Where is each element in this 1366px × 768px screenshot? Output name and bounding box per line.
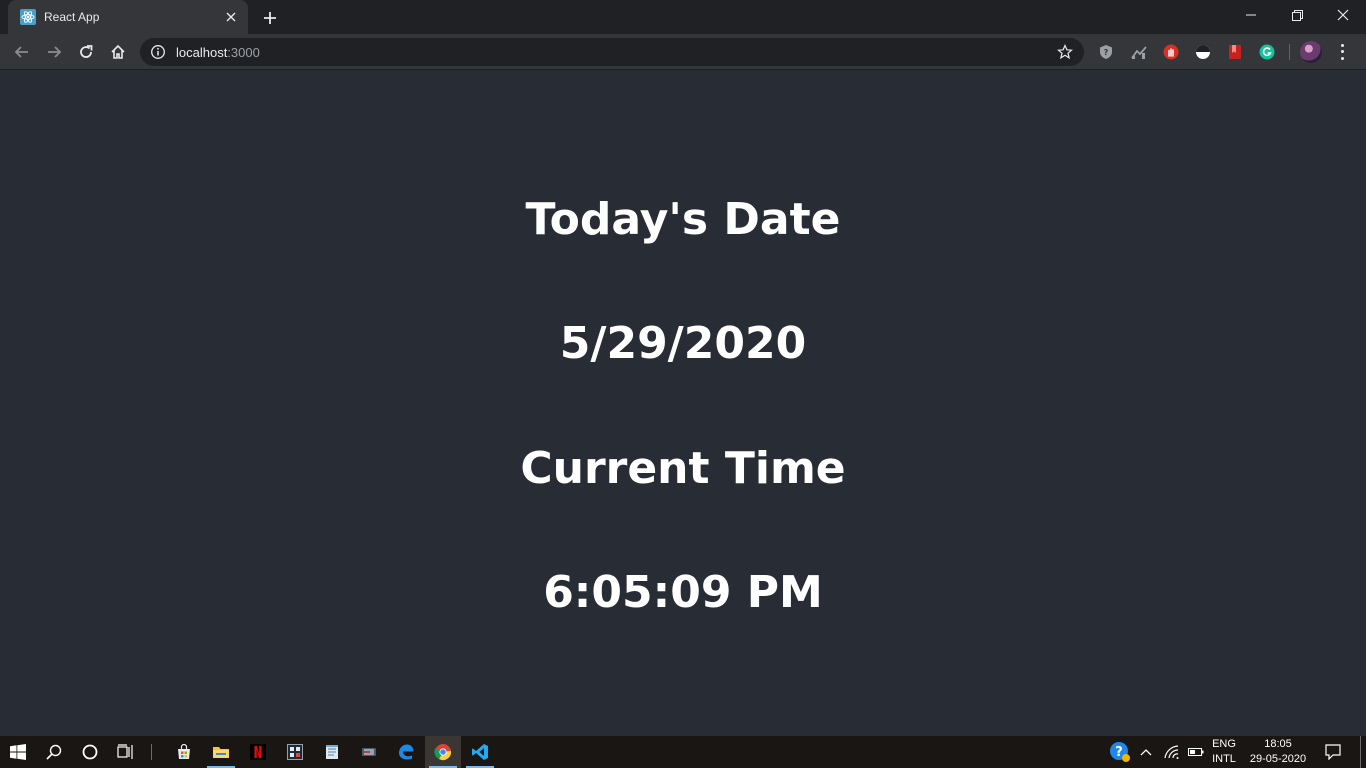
chrome-menu-button[interactable] [1334, 42, 1350, 62]
notification-icon[interactable] [1318, 736, 1348, 768]
bookmark-icon[interactable] [1226, 43, 1244, 61]
tab-react-app[interactable]: React App [8, 0, 248, 34]
react-app-page: Today's Date 5/29/2020 Current Time 6:05… [0, 70, 1366, 736]
back-arrow-icon [14, 46, 28, 58]
profile-avatar[interactable] [1300, 41, 1322, 63]
wifi-icon[interactable] [1160, 736, 1184, 768]
react-icon [20, 9, 36, 25]
taskbar-divider [151, 744, 152, 760]
svg-text:?: ? [1115, 745, 1123, 760]
date-value: 5/29/2020 [559, 318, 807, 369]
chrome-icon[interactable] [425, 736, 461, 768]
close-tab-icon[interactable] [222, 8, 240, 26]
language-indicator[interactable]: ENG INTL [1208, 737, 1240, 767]
stop-hand-icon[interactable] [1162, 43, 1180, 61]
media-icon[interactable] [351, 736, 387, 768]
svg-text:?: ? [1104, 48, 1109, 57]
address-bar[interactable]: localhost:3000 [140, 38, 1084, 66]
eye-icon[interactable] [1194, 43, 1212, 61]
forward-button[interactable] [40, 38, 68, 66]
minimize-button[interactable] [1228, 0, 1274, 30]
tab-title: React App [44, 10, 100, 24]
grammarly-icon[interactable] [1258, 43, 1276, 61]
search-icon[interactable] [36, 736, 72, 768]
home-button[interactable] [104, 38, 132, 66]
home-icon [111, 44, 125, 59]
browser-titlebar: React App [0, 0, 1366, 34]
notepad-icon[interactable] [314, 736, 350, 768]
browser-toolbar: localhost:3000 ? [0, 34, 1366, 70]
back-button[interactable] [8, 38, 36, 66]
chart-icon[interactable] [1130, 43, 1148, 61]
store-icon[interactable] [166, 736, 202, 768]
time-value: 6:05:09 PM [543, 567, 823, 618]
toolbar-separator [1289, 44, 1290, 60]
info-icon[interactable] [150, 44, 166, 60]
reload-button[interactable] [72, 38, 100, 66]
windows-start-icon[interactable] [0, 736, 36, 768]
url-text: localhost:3000 [176, 44, 260, 60]
shield-icon[interactable]: ? [1097, 43, 1115, 61]
file-explorer-icon[interactable] [203, 736, 239, 768]
cortana-icon[interactable] [72, 736, 108, 768]
edge-icon[interactable] [388, 736, 424, 768]
restore-button[interactable] [1274, 0, 1320, 30]
todays-date-heading: Today's Date [525, 194, 841, 245]
chevron-up-icon[interactable] [1132, 736, 1160, 768]
task-view-icon[interactable] [108, 736, 144, 768]
clock[interactable]: 18:05 29-05-2020 [1244, 737, 1312, 767]
new-tab-button[interactable] [258, 6, 282, 30]
battery-icon[interactable] [1184, 736, 1208, 768]
close-window-button[interactable] [1320, 0, 1366, 30]
netflix-icon[interactable] [240, 736, 276, 768]
windows-taskbar: ? ENG INTL 18:05 29-05-2020 [0, 736, 1366, 768]
vscode-icon[interactable] [462, 736, 498, 768]
current-time-heading: Current Time [520, 443, 846, 494]
forward-arrow-icon [48, 46, 62, 58]
bookmark-star-icon[interactable] [1056, 43, 1074, 61]
photos-icon[interactable] [277, 736, 313, 768]
reload-icon [80, 45, 93, 58]
show-desktop-button[interactable] [1360, 736, 1361, 768]
